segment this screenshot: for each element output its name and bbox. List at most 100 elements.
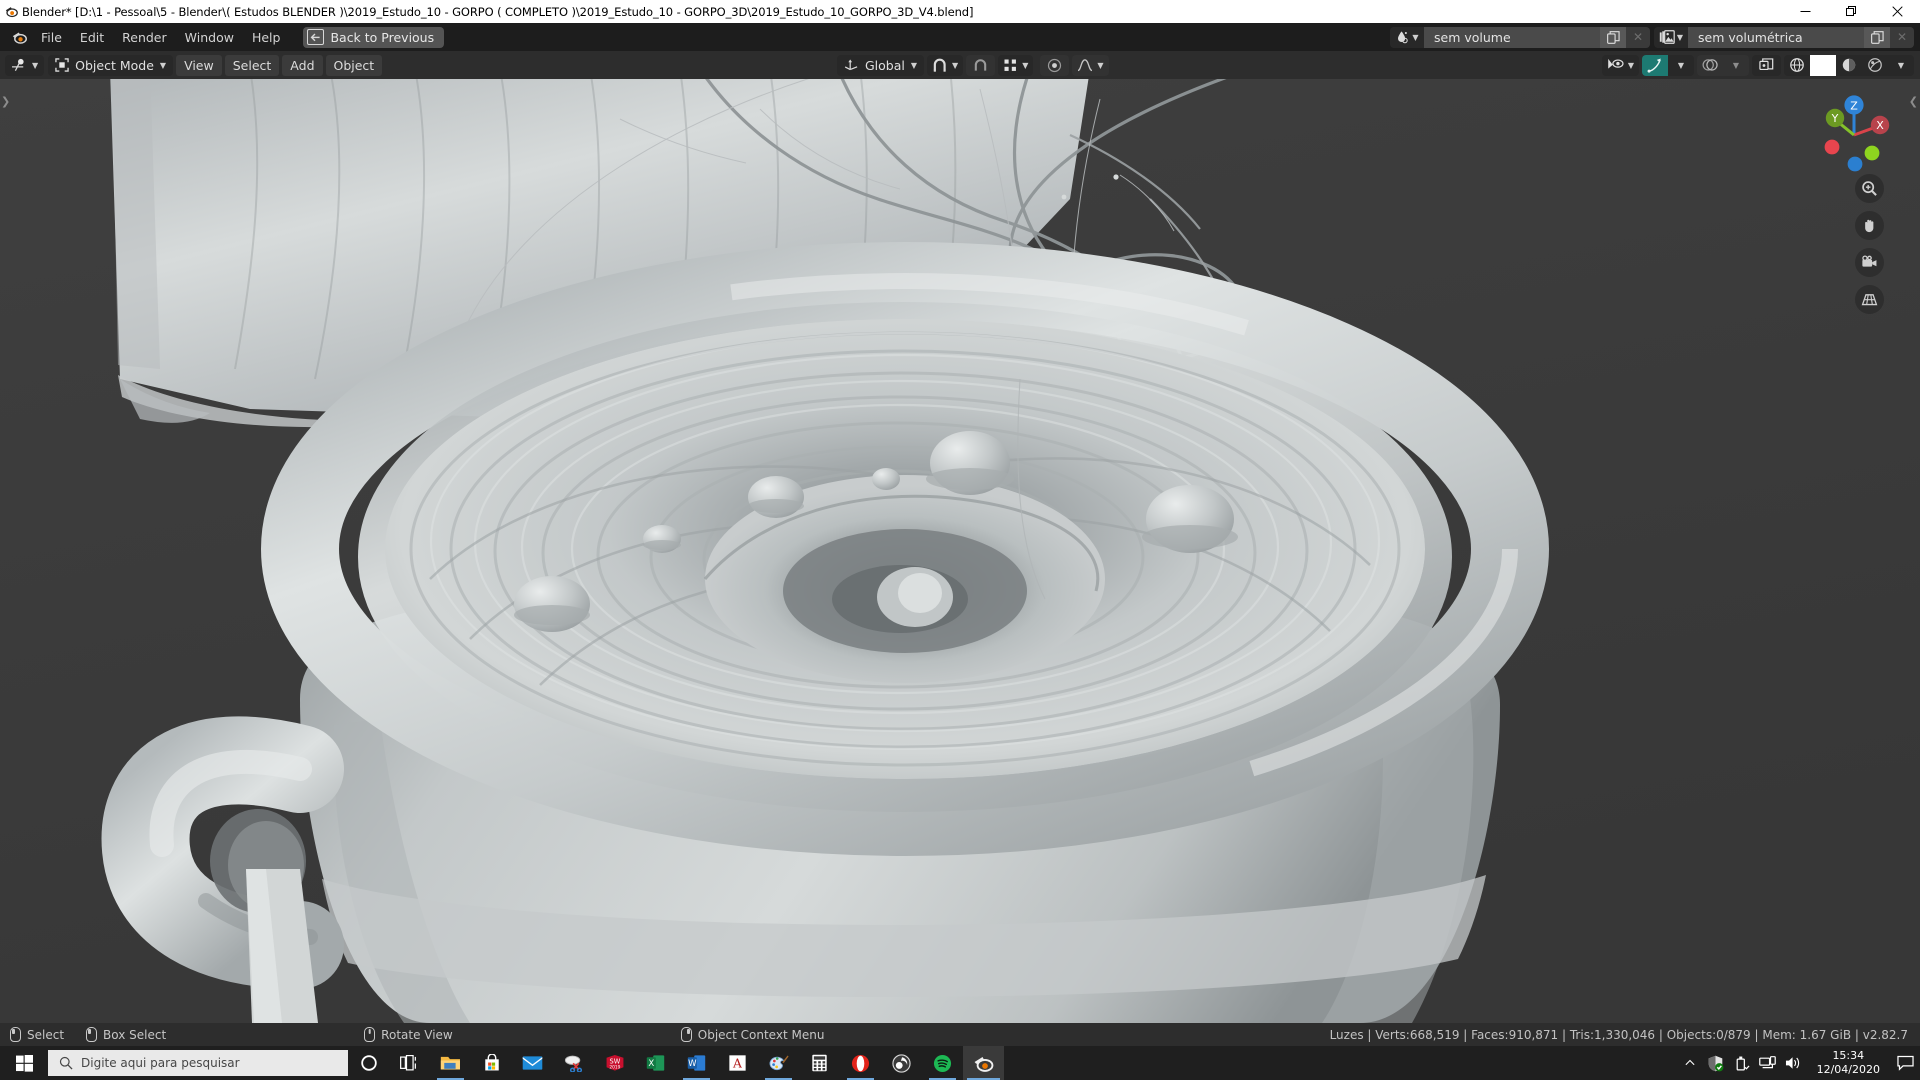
cortana-icon[interactable] (348, 1046, 389, 1080)
snipping-tool-icon[interactable] (553, 1046, 594, 1080)
back-to-previous-label: Back to Previous (330, 29, 435, 45)
proportional-falloff-selector[interactable]: ▼ (1072, 54, 1109, 76)
viewport-header-center-tools: Global ▼ ▼ ▼ ▼ (837, 51, 1109, 79)
viewport-menu-select[interactable]: Select (224, 54, 280, 76)
back-arrow-icon (307, 29, 325, 45)
search-icon (59, 1056, 73, 1070)
snap-vertex-icon (1004, 59, 1017, 71)
shading-wireframe-button[interactable] (1784, 55, 1810, 76)
scene-name[interactable]: sem volume (1424, 26, 1600, 48)
overlays-toggle-button[interactable] (1697, 55, 1723, 76)
windows-security-icon[interactable] (1703, 1046, 1729, 1080)
proportional-edit-icon (1048, 58, 1062, 72)
autocad-icon[interactable]: A (717, 1046, 758, 1080)
status-hint-box-select: Box Select (86, 1027, 166, 1042)
paint-icon[interactable] (758, 1046, 799, 1080)
snap-during-transform-toggle[interactable] (966, 54, 996, 76)
gizmo-axis-z-negative (1847, 156, 1863, 172)
task-view-icon[interactable] (389, 1046, 430, 1080)
viewport-nav-tools (1855, 174, 1884, 314)
obs-icon[interactable] (881, 1046, 922, 1080)
scene-new-copy-button[interactable] (1600, 26, 1626, 48)
ortho-grid-icon[interactable] (1855, 285, 1884, 314)
toggle-xray-button[interactable] (1752, 54, 1781, 76)
gizmo-label-y: Y (1831, 112, 1839, 125)
view-layer-new-copy-button[interactable] (1864, 26, 1890, 48)
scene-icon[interactable]: ▼ (1390, 26, 1424, 48)
spotify-icon[interactable] (922, 1046, 963, 1080)
shading-options-dropdown[interactable]: ▼ (1888, 55, 1914, 76)
viewport-menu-view[interactable]: View (176, 54, 222, 76)
scene-unlink-button[interactable]: ✕ (1626, 26, 1650, 48)
window-minimize-button[interactable] (1782, 0, 1828, 23)
editor-type-selector[interactable]: ▼ (5, 54, 45, 76)
clock-time: 15:34 (1832, 1049, 1865, 1063)
word-icon[interactable]: W (676, 1046, 717, 1080)
view-layer-remove-button[interactable]: ✕ (1890, 26, 1914, 48)
viewport-menu-object[interactable]: Object (325, 54, 383, 76)
menu-render[interactable]: Render (113, 27, 176, 48)
transform-orientation-selector[interactable]: Global ▼ (837, 54, 925, 76)
rendered-shading-icon (1868, 58, 1882, 72)
view-layer-name[interactable]: sem volumétrica (1688, 26, 1864, 48)
overlays-options-dropdown[interactable]: ▼ (1723, 55, 1749, 76)
usb-eject-icon[interactable] (1729, 1046, 1755, 1080)
object-mode-icon (55, 58, 69, 72)
start-button[interactable] (0, 1046, 48, 1080)
snap-target-selector[interactable]: ▼ (998, 54, 1034, 76)
window-restore-button[interactable] (1828, 0, 1874, 23)
excel-icon[interactable]: X (635, 1046, 676, 1080)
viewport-left-panel-toggle[interactable]: ❯ (1, 95, 10, 108)
window-close-button[interactable] (1874, 0, 1920, 23)
viewport-right-panel-toggle[interactable]: ❮ (1909, 95, 1918, 108)
viewport-header: ▼ Object Mode ▼ View Select Add Object G… (0, 51, 1920, 79)
blender-icon[interactable] (963, 1046, 1004, 1080)
volume-icon[interactable] (1781, 1046, 1807, 1080)
status-hint-object-context-menu-label: Object Context Menu (697, 1027, 825, 1042)
gizmo-toggle-button[interactable] (1642, 54, 1668, 76)
menu-help[interactable]: Help (243, 27, 290, 48)
opera-icon[interactable] (840, 1046, 881, 1080)
taskbar-apps: SW 2019 X W A (348, 1046, 1004, 1080)
navigation-axis-gizmo[interactable]: Z X Y (1810, 91, 1898, 179)
viewport-3d[interactable]: ❯ ❮ Z X Y (0, 79, 1920, 1023)
pan-hand-icon[interactable] (1855, 211, 1884, 240)
status-hint-select: Select (10, 1027, 64, 1042)
show-hidden-icons[interactable] (1677, 1046, 1703, 1080)
file-explorer-icon[interactable] (430, 1046, 471, 1080)
object-types-visibility-button[interactable]: ▼ (1601, 54, 1639, 76)
scene-statistics: Luzes | Verts:668,519 | Faces:910,871 | … (1329, 1027, 1908, 1042)
action-center-icon[interactable] (1890, 1046, 1920, 1080)
shading-rendered-button[interactable] (1862, 55, 1888, 76)
solidworks-icon[interactable]: SW 2019 (594, 1046, 635, 1080)
mail-icon[interactable] (512, 1046, 553, 1080)
menu-window[interactable]: Window (176, 27, 243, 48)
snap-magnet-button[interactable]: ▼ (927, 54, 964, 76)
viewport-3d-render[interactable] (0, 79, 1920, 1023)
overlays-icon (1702, 59, 1718, 71)
gizmo-options-dropdown[interactable]: ▼ (1668, 55, 1694, 76)
menu-file[interactable]: File (32, 27, 71, 48)
back-to-previous-button[interactable]: Back to Previous (303, 26, 445, 48)
status-hint-rotate-view: Rotate View (364, 1027, 453, 1042)
taskbar-search-box[interactable]: Digite aqui para pesquisar (48, 1050, 348, 1076)
proportional-editing-toggle[interactable] (1040, 54, 1070, 76)
viewport-menu-add[interactable]: Add (282, 54, 323, 76)
blender-logo-icon[interactable] (6, 26, 32, 48)
microsoft-store-icon[interactable] (471, 1046, 512, 1080)
network-icon[interactable] (1755, 1046, 1781, 1080)
window-title-text: Blender* [D:\1 - Pessoal\5 - Blender\( E… (22, 4, 974, 19)
calculator-icon[interactable] (799, 1046, 840, 1080)
shading-material-preview-button[interactable] (1836, 55, 1862, 76)
taskbar-clock[interactable]: 15:34 12/04/2020 (1807, 1046, 1890, 1080)
status-bar: Select Box Select Rotate View Object Con… (0, 1023, 1920, 1046)
view-layer-icon[interactable]: ▼ (1654, 26, 1688, 48)
xray-icon (1759, 57, 1774, 70)
menu-edit[interactable]: Edit (71, 27, 113, 48)
interaction-mode-selector[interactable]: Object Mode ▼ (48, 54, 174, 76)
zoom-icon[interactable] (1855, 174, 1884, 203)
status-hint-object-context-menu: Object Context Menu (680, 1027, 825, 1042)
blender-app-icon (0, 0, 22, 23)
camera-icon[interactable] (1855, 248, 1884, 277)
shading-solid-button[interactable] (1810, 54, 1836, 76)
